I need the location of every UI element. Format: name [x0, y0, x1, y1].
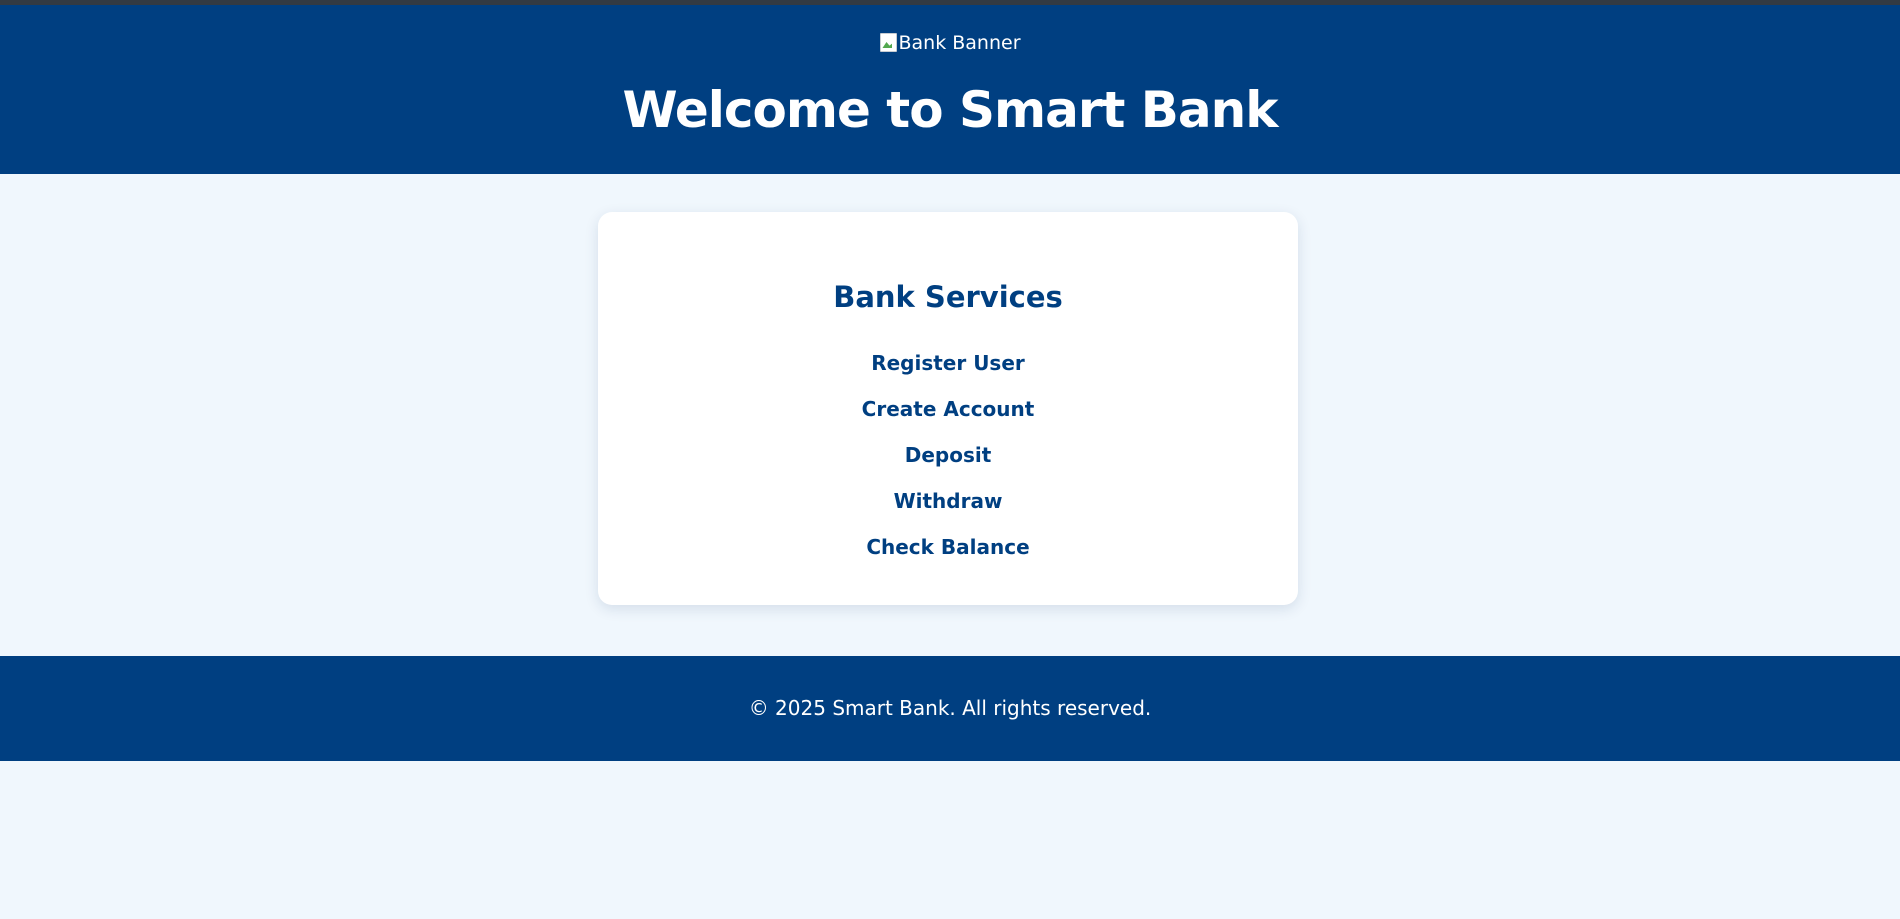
site-header: Bank Banner Welcome to Smart Bank: [0, 5, 1900, 174]
register-user-link[interactable]: Register User: [871, 351, 1025, 375]
bank-banner-image: Bank Banner: [0, 32, 1900, 54]
copyright-text: © 2025 Smart Bank. All rights reserved.: [748, 696, 1152, 720]
list-item: Register User: [598, 340, 1298, 386]
list-item: Withdraw: [598, 478, 1298, 524]
services-heading: Bank Services: [833, 280, 1063, 314]
services-card: Bank Services Register User Create Accou…: [598, 212, 1298, 605]
list-item: Check Balance: [598, 524, 1298, 570]
list-item: Deposit: [598, 432, 1298, 478]
services-list: Register User Create Account Deposit Wit…: [598, 340, 1298, 570]
list-item: Create Account: [598, 386, 1298, 432]
deposit-link[interactable]: Deposit: [905, 443, 992, 467]
main-content: Bank Services Register User Create Accou…: [0, 174, 1900, 656]
check-balance-link[interactable]: Check Balance: [866, 535, 1029, 559]
create-account-link[interactable]: Create Account: [862, 397, 1035, 421]
banner-alt-text: Bank Banner: [898, 32, 1021, 54]
broken-image-icon: [879, 32, 898, 52]
withdraw-link[interactable]: Withdraw: [894, 489, 1003, 513]
site-footer: © 2025 Smart Bank. All rights reserved.: [0, 656, 1900, 761]
page-title: Welcome to Smart Bank: [622, 81, 1278, 139]
